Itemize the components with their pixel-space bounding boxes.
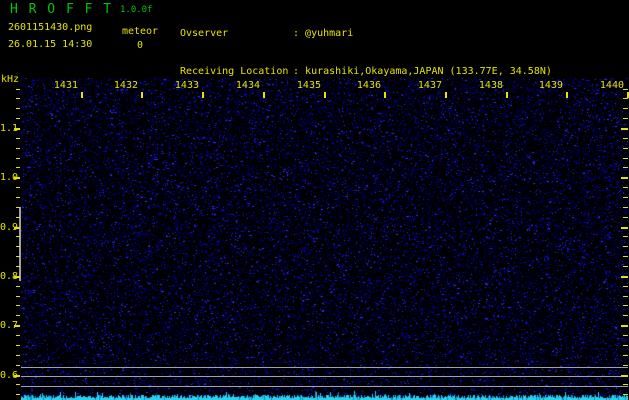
freq-tick-left [16, 197, 20, 198]
freq-tick-left [16, 148, 20, 149]
carrier-line [21, 386, 628, 387]
freq-tick-left [16, 345, 20, 346]
freq-tick-left [16, 167, 20, 168]
freq-tick-left [16, 305, 20, 306]
output-filename: 2601151430.png [8, 22, 93, 33]
freq-tick-label: 0.7 [0, 320, 19, 331]
freq-tick-label: 1.1 [0, 123, 19, 134]
app-version: 1.0.0f [120, 5, 153, 15]
freq-tick-left [16, 315, 20, 316]
meteor-count-value: 0 [136, 40, 144, 51]
freq-tick-left [16, 355, 20, 356]
freq-tick-left [14, 375, 20, 377]
observation-datetime: 26.01.15 14:30 [8, 39, 93, 50]
freq-tick-left [16, 118, 20, 119]
carrier-line [21, 376, 628, 377]
freq-tick-left [16, 365, 20, 366]
info-row-location: Receiving Location: kurashiki,Okayama,JA… [180, 65, 552, 77]
info-label: Receiving Location [180, 65, 289, 77]
hrofft-screen: H R O F F T 1.0.0f 2601151430.png 26.01.… [0, 0, 629, 400]
freq-tick-left [16, 286, 20, 287]
freq-tick-left [16, 138, 20, 139]
freq-tick-left [16, 187, 20, 188]
info-value: kurashiki,Okayama,JAPAN (133.77E, 34.58N… [305, 65, 552, 77]
freq-tick-left [16, 384, 20, 385]
frequency-axis-unit: kHz [1, 74, 20, 85]
freq-tick-left [16, 89, 20, 90]
freq-tick-left [16, 335, 20, 336]
spectrogram-plot [19, 78, 628, 400]
freq-tick-label: 0.6 [0, 370, 19, 381]
freq-tick-left [16, 394, 20, 395]
freq-tick-label: 1.0 [0, 172, 19, 183]
calibration-marker [19, 207, 21, 281]
app-title: H R O F F T [10, 2, 113, 17]
spectrogram-noise-canvas [21, 78, 628, 400]
freq-tick-label: 0.9 [0, 222, 19, 233]
freq-tick-left [16, 158, 20, 159]
freq-tick-left [14, 177, 20, 179]
info-row-observer: Ovserver: @yuhmari [180, 27, 354, 39]
info-value: @yuhmari [305, 27, 354, 39]
freq-tick-left [14, 128, 20, 130]
meteor-count-label: meteor [121, 26, 159, 37]
freq-tick-left [14, 325, 20, 327]
freq-tick-left [16, 98, 20, 99]
freq-tick-left [16, 108, 20, 109]
carrier-line [21, 367, 628, 368]
info-label: Ovserver [180, 27, 229, 39]
freq-tick-label: 0.8 [0, 271, 19, 282]
freq-tick-left [16, 296, 20, 297]
